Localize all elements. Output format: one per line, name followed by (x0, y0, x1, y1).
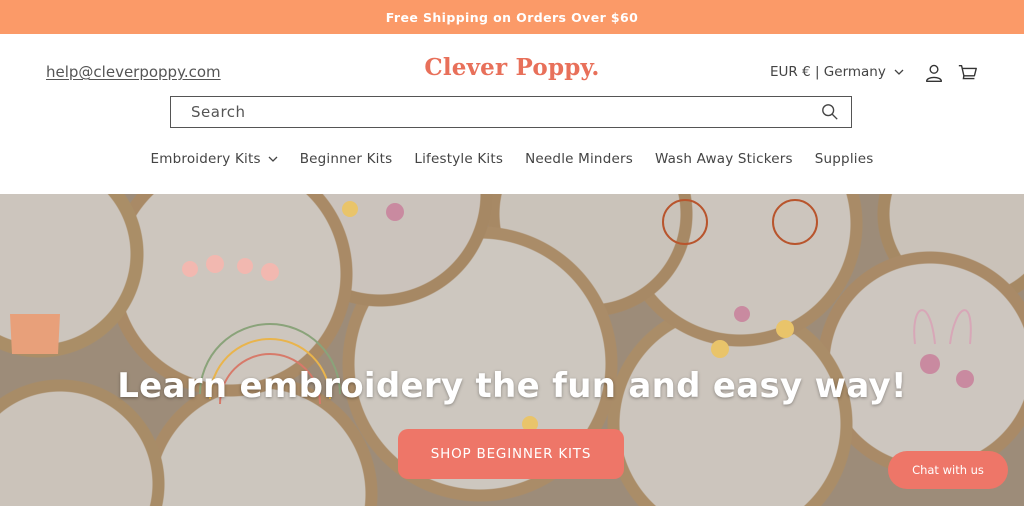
nav-item-beginner-kits[interactable]: Beginner Kits (300, 151, 393, 167)
nav-label: Supplies (814, 151, 874, 167)
search-input[interactable] (189, 102, 821, 122)
nav-item-needle-minders[interactable]: Needle Minders (525, 151, 633, 167)
nav-item-wash-away-stickers[interactable]: Wash Away Stickers (655, 151, 793, 167)
announcement-text: Free Shipping on Orders Over $60 (385, 9, 639, 25)
hero-title: Learn embroidery the fun and easy way! (117, 366, 907, 406)
chat-button[interactable]: Chat with us (888, 451, 1008, 489)
announcement-bar: Free Shipping on Orders Over $60 (0, 0, 1024, 34)
user-icon[interactable] (923, 62, 945, 84)
nav-label: Beginner Kits (299, 151, 393, 167)
hero-banner: Learn embroidery the fun and easy way! S… (0, 194, 1024, 506)
locale-label: EUR € | Germany (770, 64, 886, 80)
nav-item-supplies[interactable]: Supplies (815, 151, 874, 167)
chevron-down-icon (268, 156, 278, 162)
search-bar[interactable] (170, 96, 852, 128)
locale-selector[interactable]: EUR € | Germany (770, 64, 904, 80)
chevron-down-icon (894, 69, 904, 75)
nav-label: Wash Away Stickers (654, 151, 793, 167)
shop-beginner-kits-button[interactable]: SHOP BEGINNER KITS (398, 429, 624, 479)
nav-item-embroidery-kits[interactable]: Embroidery Kits (151, 151, 278, 167)
main-nav: Embroidery Kits Beginner Kits Lifestyle … (0, 151, 1024, 167)
nav-label: Embroidery Kits (150, 151, 261, 167)
nav-label: Needle Minders (525, 151, 633, 167)
search-icon[interactable] (821, 103, 839, 121)
nav-label: Lifestyle Kits (414, 151, 504, 167)
cart-icon[interactable] (957, 62, 979, 84)
nav-item-lifestyle-kits[interactable]: Lifestyle Kits (414, 151, 503, 167)
site-header: help@cleverpoppy.com Clever Poppy. EUR €… (0, 34, 1024, 194)
